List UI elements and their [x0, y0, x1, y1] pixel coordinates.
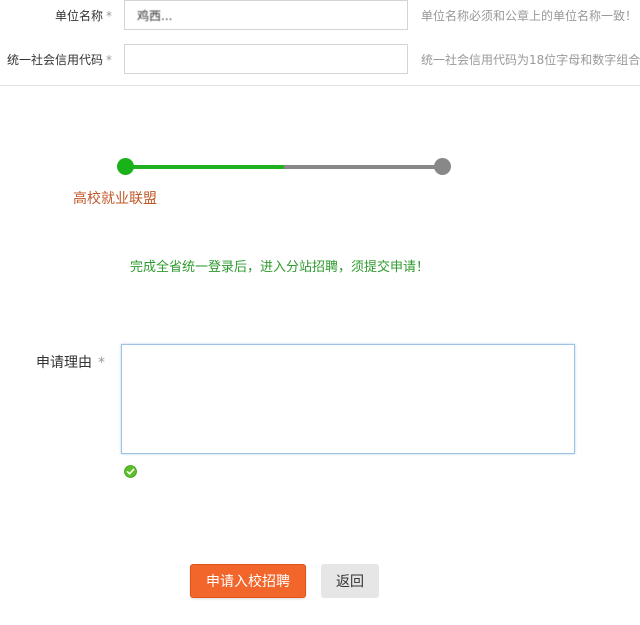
step-end-dot	[434, 158, 451, 175]
check-circle-icon	[124, 465, 137, 478]
step-start-dot	[117, 158, 134, 175]
credit-code-label: 统一社会信用代码 *	[6, 53, 112, 67]
step-label: 高校就业联盟	[73, 191, 157, 207]
reason-label: 申请理由 *	[36, 355, 105, 371]
unit-name-row: 单位名称 * 鸡西... 单位名称必须和公章上的单位名称一致！	[0, 0, 640, 32]
credit-code-row: 统一社会信用代码 * 统一社会信用代码为18位字母和数字组合！	[0, 44, 640, 76]
notice-text: 完成全省统一登录后，进入分站招聘，须提交申请！	[130, 260, 430, 275]
unit-name-input[interactable]: 鸡西...	[124, 0, 408, 30]
required-mark: *	[106, 53, 112, 67]
unit-name-label: 单位名称 *	[54, 9, 112, 23]
apply-campus-recruitment-button[interactable]: 申请入校招聘	[190, 564, 306, 598]
required-mark: *	[98, 355, 105, 371]
unit-name-value: 鸡西...	[137, 9, 173, 23]
credit-code-input[interactable]	[124, 44, 408, 74]
credit-code-hint: 统一社会信用代码为18位字母和数字组合！	[421, 53, 640, 67]
progress-stepper	[117, 157, 451, 177]
progress-track	[126, 165, 442, 169]
back-button[interactable]: 返回	[321, 564, 379, 598]
required-mark: *	[106, 9, 112, 23]
progress-fill	[126, 165, 284, 169]
section-divider	[0, 85, 640, 86]
unit-name-hint: 单位名称必须和公章上的单位名称一致！	[421, 9, 638, 23]
reason-textarea[interactable]	[121, 344, 575, 454]
